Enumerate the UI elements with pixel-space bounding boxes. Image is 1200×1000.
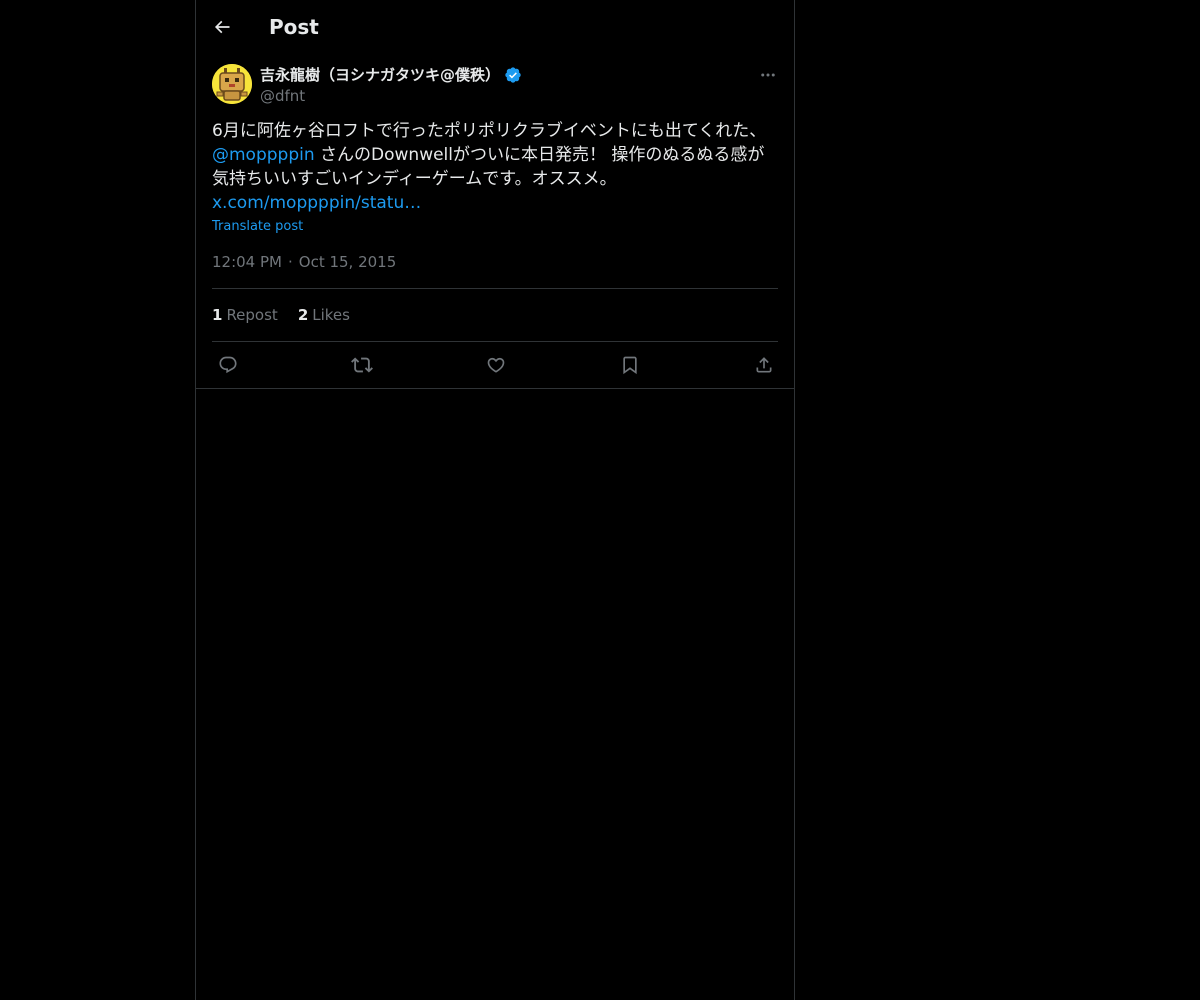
repost-button[interactable] [349,352,375,378]
post-time[interactable]: 12:04 PM [212,253,282,271]
reply-button[interactable] [215,352,241,378]
repost-icon [351,354,373,376]
url-link[interactable]: x.com/moppppin/statu… [212,193,421,213]
share-button[interactable] [751,352,777,378]
engagement-stats: 1 Repost 2 Likes [212,305,370,325]
more-options-button[interactable] [756,64,780,86]
divider-bottom [212,341,778,342]
post-bottom-border [196,388,794,389]
reply-icon [218,355,238,375]
back-button[interactable] [206,11,238,43]
likes-label: Likes [312,306,350,324]
mention-link[interactable]: @moppppin [212,145,315,165]
arrow-left-icon [212,17,232,37]
post-text: 6月に阿佐ヶ谷ロフトで行ったポリポリクラブイベントにも出てくれた、 @mopppp… [212,119,778,215]
post-date[interactable]: Oct 15, 2015 [299,253,397,271]
reposts-label: Repost [226,306,278,324]
display-name[interactable]: 吉永龍樹（ヨシナガタツキ@僕秩） [260,64,500,86]
post-column: Post 吉永龍樹（ヨシナガタツキ@僕秩） @dfnt 6月に阿佐ヶ谷ロフトで行… [195,0,795,1000]
more-horizontal-icon [759,66,777,84]
page-title: Post [269,15,319,39]
author-info: 吉永龍樹（ヨシナガタツキ@僕秩） @dfnt [260,64,522,108]
header: Post [196,0,794,53]
divider-top [212,288,778,289]
user-handle[interactable]: @dfnt [260,86,522,106]
likes-count: 2 [297,306,309,324]
reposts-count: 1 [212,306,223,324]
likes-stat[interactable]: 2 Likes [298,305,350,325]
translate-post-link[interactable]: Translate post [212,218,303,236]
post-text-line1: 6月に阿佐ヶ谷ロフトで行ったポリポリクラブイベントにも出てくれた、 [212,121,767,141]
post-timestamp: 12:04 PM · Oct 15, 2015 [212,252,396,272]
like-button[interactable] [483,352,509,378]
yellow-robot-avatar-icon [212,64,252,104]
separator-dot: · [287,253,293,271]
reposts-stat[interactable]: 1 Repost [212,305,278,325]
share-icon [754,355,774,375]
like-icon [486,355,506,375]
avatar[interactable] [212,64,252,104]
bookmark-icon [620,355,640,375]
verified-badge-icon[interactable] [504,66,522,84]
bookmark-button[interactable] [617,352,643,378]
